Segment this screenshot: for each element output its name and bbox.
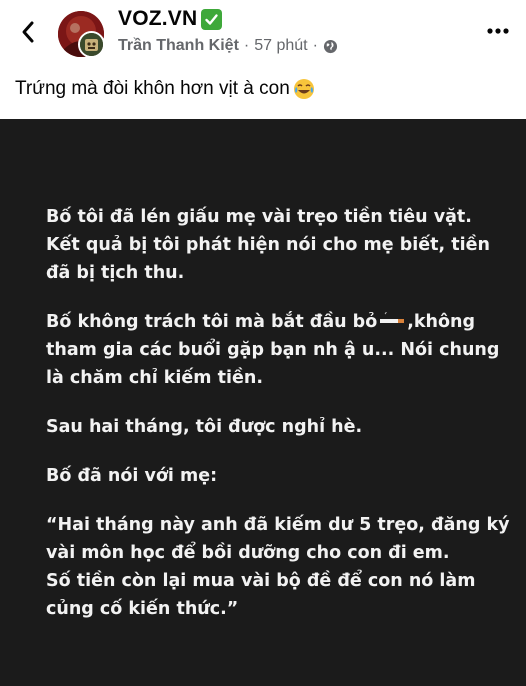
post-caption: Trứng mà đòi khôn hơn vịt à con (15, 78, 315, 100)
image-paragraph: “Hai tháng này anh đã kiếm dư 5 trẹo, đă… (46, 515, 510, 619)
image-paragraph: Bố đã nói với mẹ: (46, 466, 218, 486)
caption-text: Trứng mà đòi khôn hơn vịt à con (15, 78, 290, 99)
image-paragraph: Bố không trách tôi mà bắt đầu bỏ ,không t… (46, 308, 516, 392)
check-mark-button-icon (201, 8, 223, 30)
page-name[interactable]: VOZ.VN (118, 7, 223, 31)
author-name[interactable]: Trần Thanh Kiệt (118, 37, 239, 55)
post-header: VOZ.VN Trần Thanh Kiệt · 57 phút · (0, 0, 526, 66)
post-meta: Trần Thanh Kiệt · 57 phút · (118, 37, 338, 55)
image-paragraph-start: Bố không trách tôi mà bắt đầu bỏ (46, 312, 378, 332)
post-image[interactable]: Bố tôi đã lén giấu mẹ vài trẹo tiền tiêu… (0, 119, 526, 686)
image-text: Bố tôi đã lén giấu mẹ vài trẹo tiền tiêu… (46, 203, 516, 644)
globe-icon (323, 39, 338, 54)
cigarette-icon (379, 312, 405, 326)
meta-separator: · (312, 37, 318, 54)
more-horizontal-icon[interactable] (484, 20, 512, 42)
post-time[interactable]: 57 phút (254, 37, 307, 55)
image-paragraph: Bố tôi đã lén giấu mẹ vài trẹo tiền tiêu… (46, 207, 490, 283)
face-with-tears-of-joy-icon (293, 78, 315, 100)
page-name-text[interactable]: VOZ.VN (118, 7, 197, 31)
chevron-left-icon[interactable] (14, 18, 42, 46)
author-avatar[interactable] (78, 31, 105, 58)
meta-separator: · (243, 37, 250, 54)
image-paragraph: Sau hai tháng, tôi được nghỉ hè. (46, 417, 363, 437)
